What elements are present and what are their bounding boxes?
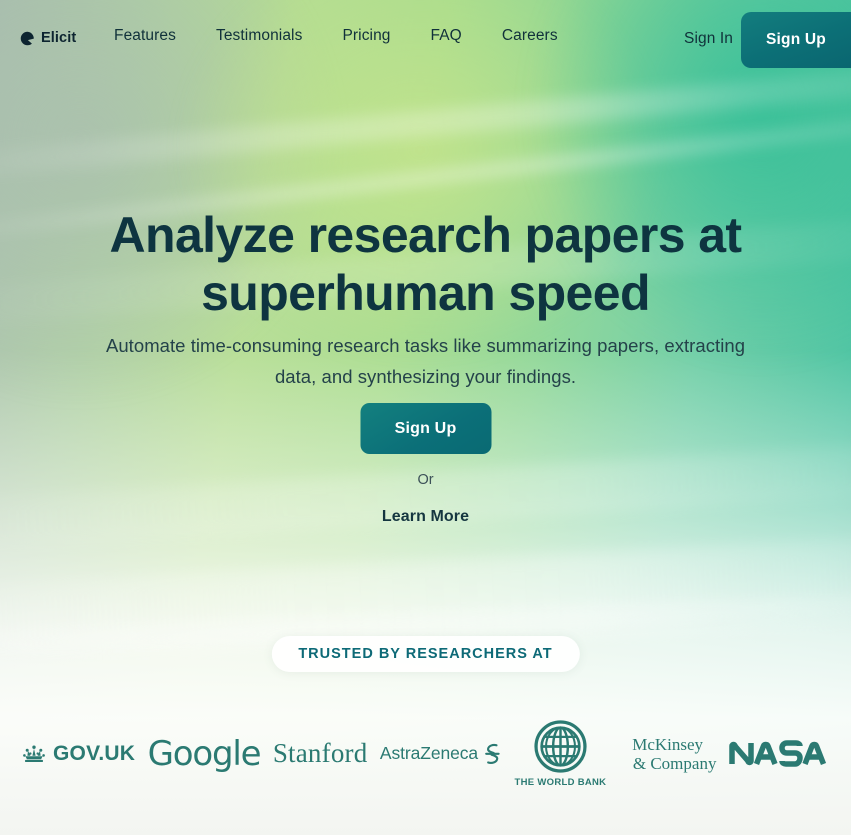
- globe-icon: [534, 719, 587, 773]
- nav-link-careers[interactable]: Careers: [502, 27, 558, 45]
- hero-subtitle: Automate time-consuming research tasks l…: [105, 334, 746, 387]
- logo-mckinsey: McKinsey & Company: [619, 734, 717, 773]
- logo-mckinsey-line1: McKinsey: [632, 734, 704, 754]
- main-navigation: Features Testimonials Pricing FAQ Career…: [114, 27, 558, 45]
- crown-icon: [23, 745, 45, 762]
- logo-nasa: [729, 740, 829, 767]
- logo-google: Google: [147, 733, 262, 774]
- logo-astrazeneca-text: AstraZeneca: [379, 743, 479, 763]
- logo-world-bank-text: THE WORLD BANK: [514, 776, 607, 788]
- logo-govuk: GOV.UK: [22, 742, 135, 766]
- nav-link-testimonials[interactable]: Testimonials: [216, 27, 302, 45]
- site-header: Elicit Features Testimonials Pricing FAQ…: [0, 0, 851, 72]
- brand-logo[interactable]: Elicit: [20, 30, 76, 46]
- header-sign-up-button[interactable]: Sign Up: [741, 12, 851, 68]
- page-title: Analyze research papers at superhuman sp…: [109, 206, 743, 321]
- nav-link-faq[interactable]: FAQ: [431, 27, 462, 45]
- trusted-by-badge: TRUSTED BY RESEARCHERS AT: [271, 636, 580, 672]
- nav-link-features[interactable]: Features: [114, 27, 176, 45]
- sign-in-link[interactable]: Sign In: [684, 30, 733, 48]
- nav-link-pricing[interactable]: Pricing: [342, 27, 390, 45]
- or-separator-label: Or: [417, 472, 434, 488]
- logo-govuk-text: GOV.UK: [53, 741, 136, 765]
- customer-logo-strip: GOV.UK Google Stanford AstraZeneca THE W…: [0, 706, 851, 801]
- hero-sign-up-button[interactable]: Sign Up: [360, 403, 491, 454]
- nasa-worm-icon: [729, 740, 827, 767]
- learn-more-link[interactable]: Learn More: [0, 508, 851, 526]
- elicit-crescent-icon: [20, 31, 34, 45]
- logo-world-bank: THE WORLD BANK: [514, 719, 607, 788]
- logo-google-text: Google: [147, 733, 262, 774]
- logo-stanford: Stanford: [273, 740, 368, 767]
- logo-astrazeneca: AstraZeneca: [380, 743, 502, 765]
- logo-mckinsey-line2: & Company: [632, 753, 717, 773]
- brand-name: Elicit: [41, 30, 77, 46]
- astrazeneca-swirl-icon: [485, 743, 500, 764]
- logo-stanford-text: Stanford: [272, 738, 368, 768]
